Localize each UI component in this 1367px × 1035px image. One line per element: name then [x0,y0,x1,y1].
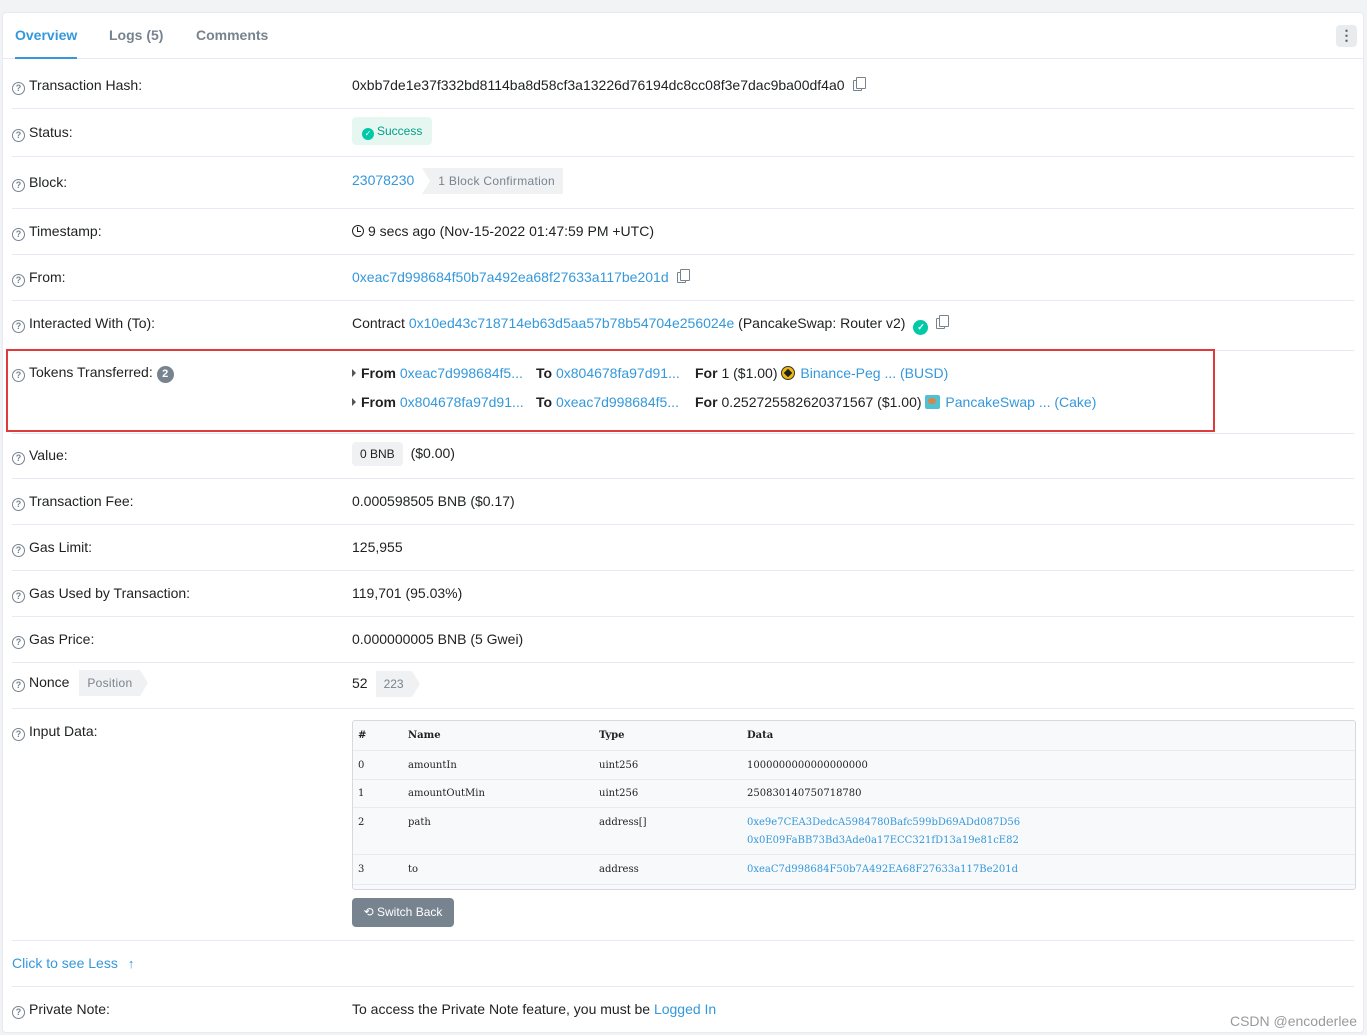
label-status: Status: [29,124,73,140]
arrow-up-icon: ↑ [127,956,135,971]
table-row: 3 to address 0xeaC7d998684F50b7A492EA68F… [353,855,1355,885]
see-less-link[interactable]: Click to see Less [12,955,118,971]
help-icon: ? [12,728,25,741]
table-row: 0 amountIn uint256 1000000000000000000 [353,751,1355,780]
row-interacted-with: ? Interacted With (To): Contract 0x10ed43… [12,301,1354,351]
label-tx-hash: Transaction Hash: [29,77,143,93]
help-icon: ? [12,452,25,465]
check-circle-icon: ✓ [362,128,374,140]
copy-icon[interactable] [852,77,866,91]
label-private-note: Private Note: [29,1001,110,1017]
label-input-data: Input Data: [29,723,98,739]
timestamp-value: 9 secs ago (Nov-15-2022 01:47:59 PM +UTC… [368,223,654,239]
fee-value: 0.000598505 BNB ($0.17) [352,493,515,509]
position-tag: Position [79,670,149,696]
highlight-box [6,349,1215,432]
value-usd: ($0.00) [410,445,455,461]
contract-name: (PancakeSwap: Router v2) [738,315,906,331]
help-icon: ? [12,320,25,333]
row-from: ? From: 0xeac7d998684f50b7a492ea68f27633a… [12,255,1354,301]
block-number-link[interactable]: 23078230 [352,172,414,188]
table-row: 2 path address[] 0xe9e7CEA3DedcA5984780B… [353,808,1355,855]
row-gas-price: ? Gas Price: 0.000000005 BNB (5 Gwei) [12,617,1354,663]
help-icon: ? [12,179,25,192]
copy-icon[interactable] [936,315,950,329]
switch-back-button[interactable]: ⟲ Switch Back [352,898,454,927]
from-address-link[interactable]: 0xeac7d998684f50b7a492ea68f27633a117be20… [352,269,669,285]
verified-icon: ✓ [913,320,929,335]
row-see-less: Click to see Less ↑ [12,941,1354,987]
label-gas-used: Gas Used by Transaction: [29,585,191,601]
copy-icon[interactable] [676,269,690,283]
private-note-text: To access the Private Note feature, you … [352,1001,651,1017]
tx-hash-value: 0xbb7de1e37f332bd8114ba8d58cf3a13226d761… [352,77,845,93]
path-address-link[interactable]: 0x0E09FaBB73Bd3Ade0a17ECC321fD13a19e81cE… [747,835,1019,846]
label-fee: Transaction Fee: [29,493,134,509]
gas-used-value: 119,701 (95.03%) [352,585,463,601]
label-from: From: [29,269,66,285]
row-private-note: ? Private Note: To access the Private Not… [12,987,1354,1033]
undo-icon: ⟲ [363,905,374,919]
label-nonce: Nonce [29,674,70,690]
tab-overview[interactable]: Overview [15,13,78,59]
help-icon: ? [12,544,25,557]
logged-in-link[interactable]: Logged In [654,1001,716,1017]
row-transaction-hash: ? Transaction Hash: 0xbb7de1e37f332bd8114… [12,59,1354,109]
row-nonce: ? Nonce Position 52 223 [12,663,1354,709]
tab-comments[interactable]: Comments [196,13,268,59]
table-row: 1 amountOutMin uint256 25083014075071878… [353,780,1355,808]
contract-prefix: Contract [352,315,405,331]
path-address-link[interactable]: 0xe9e7CEA3DedcA5984780Bafc599bD69ADd087D… [747,817,1020,828]
gas-limit-value: 125,955 [352,539,403,555]
row-transaction-fee: ? Transaction Fee: 0.000598505 BNB ($0.17… [12,479,1354,525]
input-data-table: # Name Type Data 0 amountIn uint256 1000… [352,720,1356,890]
status-badge: ✓ Success [352,117,433,145]
help-icon: ? [12,228,25,241]
row-timestamp: ? Timestamp: 9 secs ago (Nov-15-2022 01:4… [12,209,1354,255]
help-icon: ? [12,590,25,603]
nonce-position-value: 223 [375,671,420,697]
help-icon: ? [12,82,25,95]
gas-price-value: 0.000000005 BNB (5 Gwei) [352,631,524,647]
tab-bar: Overview Logs (5) Comments ⋮ [3,13,1363,59]
label-timestamp: Timestamp: [29,223,102,239]
row-gas-limit: ? Gas Limit: 125,955 [12,525,1354,571]
help-icon: ? [12,1006,25,1019]
tab-logs[interactable]: Logs (5) [109,13,163,59]
label-block: Block: [29,174,68,190]
block-confirmation-tag: 1 Block Confirmation [422,168,564,194]
clock-icon [352,225,364,237]
more-options-button[interactable]: ⋮ [1336,25,1357,47]
help-icon: ? [12,636,25,649]
label-value: Value: [29,447,68,463]
row-value: ? Value: 0 BNB ($0.00) [12,434,1354,479]
help-icon: ? [12,679,25,692]
help-icon: ? [12,129,25,142]
label-interacted: Interacted With (To): [29,315,156,331]
watermark: CSDN @encoderlee [1229,1013,1357,1029]
table-header: # Name Type Data [353,721,1355,751]
contract-address-link[interactable]: 0x10ed43c718714eb63d5aa57b78b54704e25602… [409,315,734,331]
to-address-link[interactable]: 0xeaC7d998684F50b7A492EA68F27633a117Be20… [747,864,1018,875]
row-block: ? Block: 23078230 1 Block Confirmation [12,157,1354,209]
value-chip: 0 BNB [352,442,403,466]
help-icon: ? [12,498,25,511]
row-gas-used: ? Gas Used by Transaction: 119,701 (95.03… [12,571,1354,617]
help-icon: ? [12,274,25,287]
nonce-value: 52 [352,675,368,691]
label-gas-price: Gas Price: [29,631,95,647]
row-status: ? Status: ✓ Success [12,109,1354,157]
label-gas-limit: Gas Limit: [29,539,93,555]
